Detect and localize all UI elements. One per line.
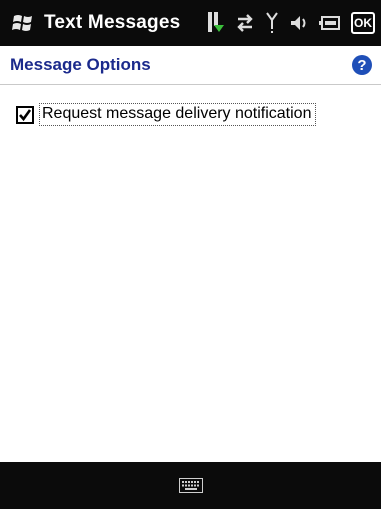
title-bar: Text Messages OK [0, 0, 381, 46]
delivery-notification-label[interactable]: Request message delivery notification [39, 103, 317, 126]
page-title: Message Options [10, 55, 151, 74]
svg-text:?: ? [357, 57, 366, 74]
battery-icon[interactable] [319, 15, 341, 31]
options-panel: Request message delivery notification [0, 85, 381, 462]
soft-key-bar [0, 462, 381, 509]
ok-button[interactable]: OK [351, 12, 375, 34]
signal-icon[interactable] [265, 11, 279, 35]
help-icon[interactable]: ? [351, 54, 373, 76]
notification-icon[interactable] [207, 11, 225, 35]
connectivity-icon[interactable] [235, 12, 255, 34]
delivery-notification-option[interactable]: Request message delivery notification [16, 103, 317, 126]
checkmark-icon [19, 108, 32, 121]
status-icons: OK [207, 11, 375, 35]
volume-icon[interactable] [289, 13, 309, 33]
app-title: Text Messages [44, 12, 181, 33]
keyboard-icon[interactable] [178, 478, 203, 493]
windows-start-icon[interactable] [8, 8, 38, 38]
delivery-notification-checkbox[interactable] [16, 105, 34, 124]
page-header: Message Options ? [0, 46, 381, 85]
